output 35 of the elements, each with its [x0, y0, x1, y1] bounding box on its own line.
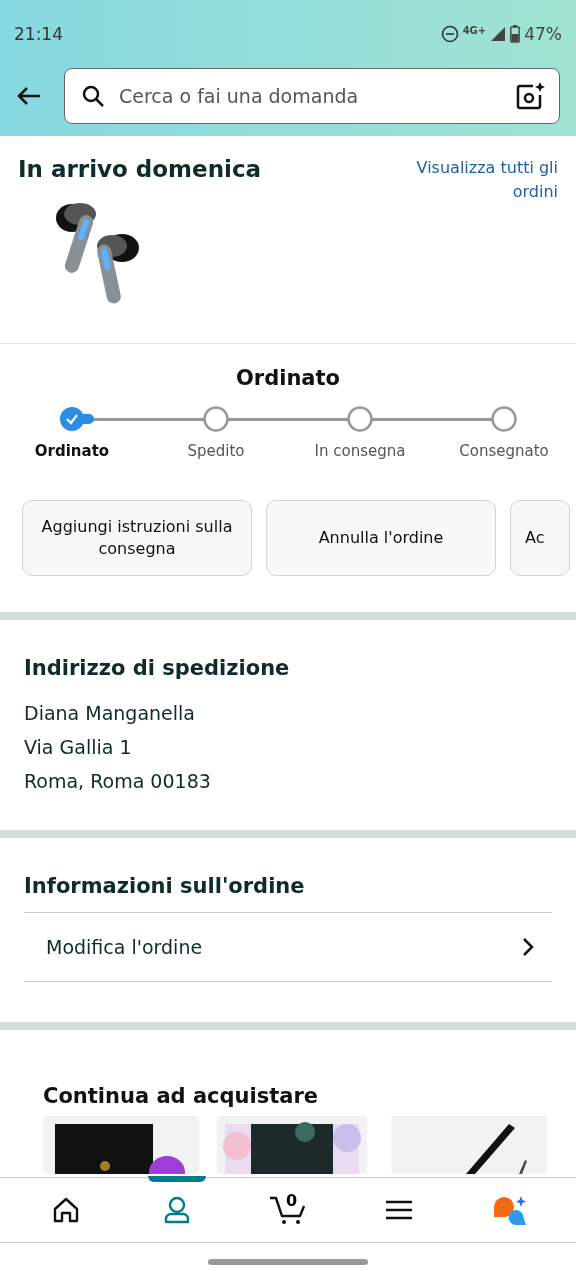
home-icon[interactable]	[51, 1197, 80, 1223]
action-button[interactable]: Ac	[510, 500, 570, 576]
section-title: In arrivo domenica	[18, 156, 262, 182]
address-line: Via Gallia 1	[24, 735, 133, 760]
account-icon[interactable]	[162, 1196, 191, 1224]
action-button[interactable]: Aggiungi istruzioni sulla consegna	[22, 500, 252, 576]
search-bar[interactable]: Cerca o fai una domanda	[64, 68, 560, 124]
menu-icon[interactable]	[386, 1200, 413, 1220]
address-line: Diana Manganella	[24, 701, 196, 726]
section-title: Indirizzo di spedizione	[24, 656, 291, 680]
section-title: Informazioni sull'ordine	[24, 874, 306, 898]
status-time: 21:14	[14, 24, 63, 44]
status-title: Ordinato	[235, 366, 341, 390]
section-title: Continua ad acquistare	[43, 1084, 320, 1108]
step-label: In consegna	[314, 442, 406, 460]
do-not-disturb-icon	[440, 25, 459, 43]
step-label: Spedito	[187, 442, 245, 460]
view-all-orders-link[interactable]: Visualizza tutti gli ordini	[408, 156, 558, 204]
network-label: 4G+	[462, 24, 487, 36]
gesture-handle[interactable]	[208, 1258, 368, 1265]
cart-button[interactable]: 0	[269, 1195, 307, 1225]
battery-percent: 47%	[524, 24, 562, 44]
search-icon	[81, 84, 105, 108]
chevron-right-icon	[522, 937, 534, 957]
action-button[interactable]: Annulla l'ordine	[266, 500, 496, 576]
step-label: Consegnato	[459, 442, 549, 460]
chat-assistant-icon[interactable]	[492, 1195, 529, 1225]
address-line: Roma, Roma 00183	[24, 769, 212, 794]
step-label: Ordinato	[34, 442, 110, 460]
search-field[interactable]: Cerca o fai una domanda	[117, 84, 503, 108]
camera-icon[interactable]	[515, 81, 545, 111]
back-arrow-icon[interactable]	[16, 85, 42, 107]
battery-icon	[510, 25, 521, 43]
list-row[interactable]: Modifica l'ordine	[24, 912, 552, 982]
signal-icon	[490, 26, 507, 42]
